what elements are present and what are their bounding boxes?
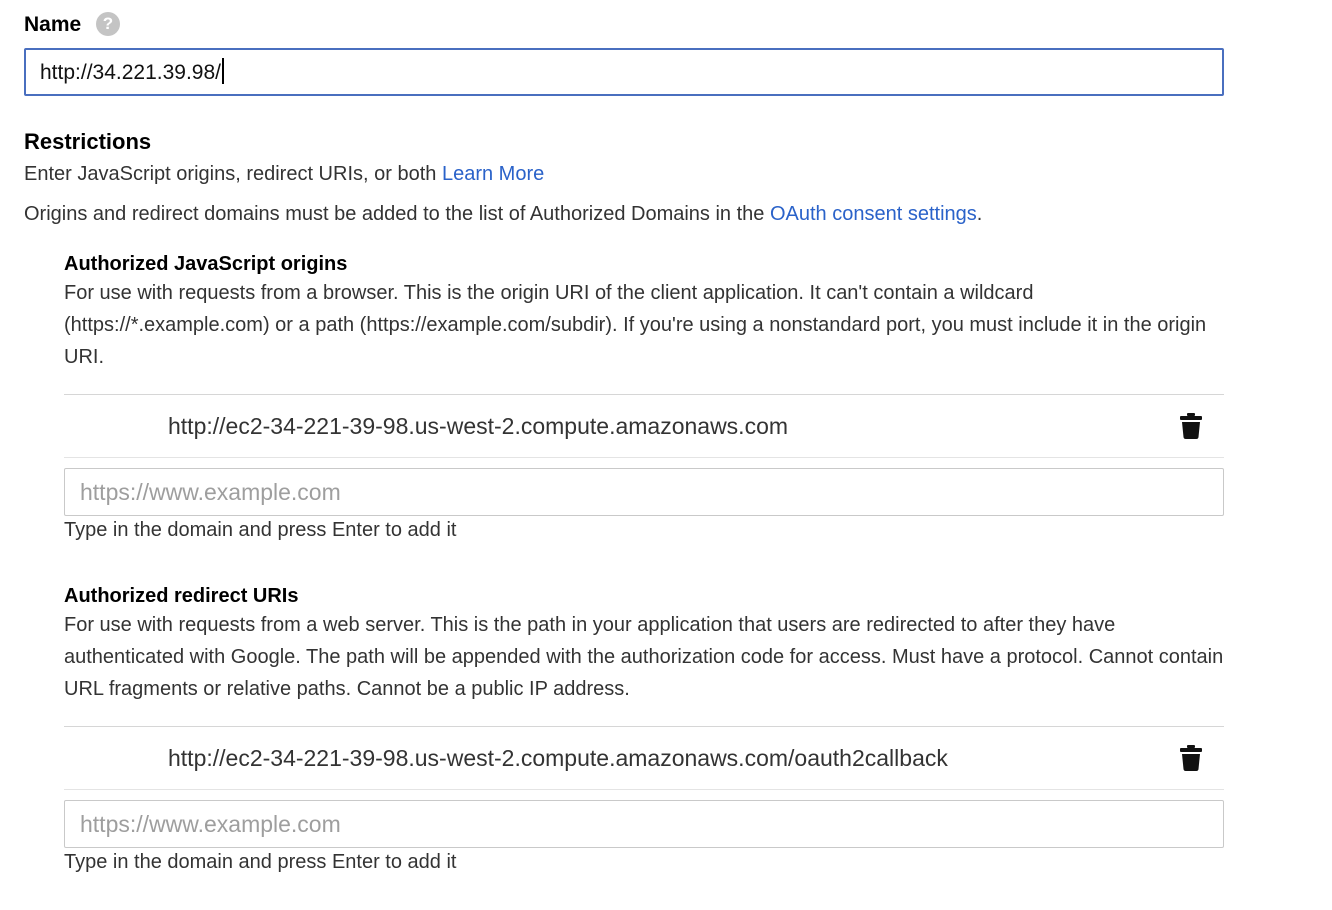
trash-icon[interactable] [1180,745,1202,771]
authorized-domains-note: Origins and redirect domains must be add… [24,201,982,227]
text-caret [221,58,224,85]
redirect-uris-description: For use with requests from a web server.… [64,614,1224,700]
name-input[interactable]: http://34.221.39.98/ [24,48,1224,96]
authorized-domains-note-text: Origins and redirect domains must be add… [24,203,770,225]
js-origin-item: http://ec2-34-221-39-98.us-west-2.comput… [64,394,1224,458]
js-origin-input[interactable] [80,469,1200,515]
js-origin-hint: Type in the domain and press Enter to ad… [64,519,457,541]
restrictions-description-text: Enter JavaScript origins, redirect URIs,… [24,163,442,185]
restrictions-title: Restrictions [24,129,152,154]
name-label: Name [24,13,82,36]
redirect-uris-title: Authorized redirect URIs [64,585,299,607]
js-origin-input-box[interactable] [64,468,1224,516]
trash-icon[interactable] [1180,413,1202,439]
js-origin-uri: http://ec2-34-221-39-98.us-west-2.comput… [168,413,789,439]
redirect-uri: http://ec2-34-221-39-98.us-west-2.comput… [168,745,948,771]
oauth-consent-settings-link[interactable]: OAuth consent settings [770,203,977,225]
redirect-uri-input-box[interactable] [64,800,1224,848]
redirect-uri-item: http://ec2-34-221-39-98.us-west-2.comput… [64,726,1224,790]
help-icon[interactable]: ? [96,12,120,36]
js-origins-description: For use with requests from a browser. Th… [64,282,1207,368]
learn-more-link[interactable]: Learn More [442,163,544,185]
restrictions-description: Enter JavaScript origins, redirect URIs,… [24,161,544,187]
js-origins-title: Authorized JavaScript origins [64,253,348,275]
name-input-value: http://34.221.39.98/ [40,61,221,84]
redirect-uri-hint: Type in the domain and press Enter to ad… [64,851,457,873]
authorized-domains-note-end: . [976,203,983,225]
redirect-uri-input[interactable] [80,801,1200,847]
